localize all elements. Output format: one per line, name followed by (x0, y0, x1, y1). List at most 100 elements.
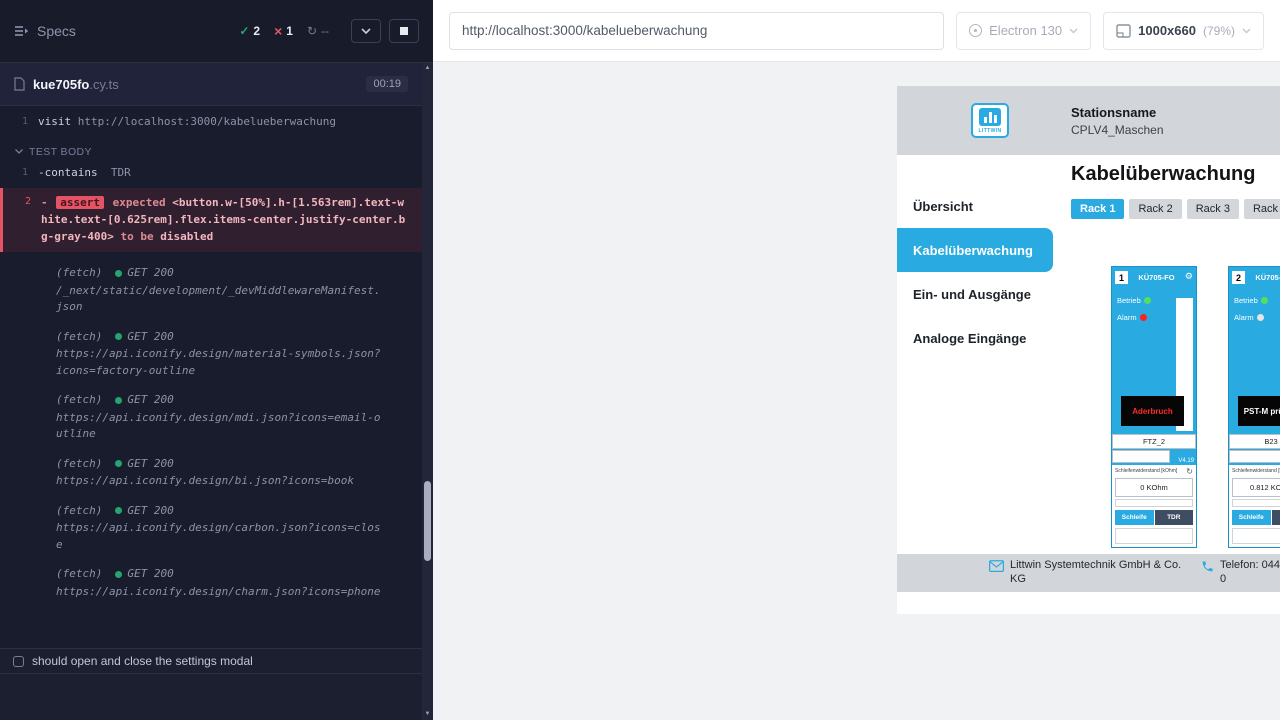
stat-pending: ↻-- (307, 24, 329, 38)
betrieb-label: Betrieb (1117, 296, 1141, 305)
tab-rack-3[interactable]: Rack 3 (1187, 199, 1239, 219)
sidebar-item-ein-und-ausgaenge[interactable]: Ein- und Ausgänge (897, 272, 1053, 316)
tab-rack-1[interactable]: Rack 1 (1071, 199, 1124, 219)
status-ok-dot (115, 571, 122, 578)
station-label: Stationsname (1071, 105, 1164, 120)
specs-menu[interactable]: Specs (14, 23, 76, 39)
spare-field (1232, 528, 1280, 544)
fetch-log-entry: (fetch)GET 200 https://api.iconify.desig… (56, 566, 384, 600)
command-arg: TDR (111, 166, 131, 179)
spec-file-icon (14, 77, 25, 91)
spare-field (1232, 499, 1280, 507)
specs-list-icon (14, 25, 29, 37)
line-number: 1 (0, 165, 38, 182)
collapse-runs-button[interactable] (351, 19, 381, 43)
command-assert-failed[interactable]: 2 - assert expected <button.w-[50%].h-[1… (0, 188, 422, 252)
scrollbar-thumb[interactable] (424, 481, 431, 561)
chevron-down-icon (361, 28, 371, 34)
alarm-row: Alarm (1229, 313, 1280, 322)
version-row: V4.19 (1229, 449, 1280, 465)
tab-rack-2[interactable]: Rack 2 (1129, 199, 1181, 219)
tdr-button[interactable]: TDR (1272, 510, 1280, 525)
specs-label: Specs (37, 23, 76, 39)
command-name: -contains (38, 166, 98, 179)
fetch-url: https://api.iconify.design/material-symb… (56, 346, 384, 379)
reporter-scrollbar[interactable]: ▲ ▼ (422, 63, 433, 720)
refresh-icon[interactable]: ↻ (1186, 468, 1193, 476)
screen: Specs ✓2 ×1 ↻-- kue705fo.cy.ts 00:19 1 v… (0, 0, 1280, 720)
scroll-down-icon[interactable]: ▼ (422, 710, 433, 719)
littwin-logo: LITTWIN (971, 103, 1009, 138)
command-contains[interactable]: 1 -contains TDR (0, 163, 422, 184)
viewport-select[interactable]: 1000x660 (79%) (1103, 12, 1264, 50)
status-display: PST-M prüfen (1238, 396, 1280, 426)
stat-passed: ✓2 (239, 24, 260, 38)
betrieb-led (1144, 297, 1151, 304)
footer-phone-text: Telefon: 04402 972577-0 (1220, 559, 1280, 587)
viewport-size: 1000x660 (1138, 23, 1196, 38)
card-gear-icon[interactable]: ⚙ (1185, 273, 1193, 282)
schleife-button[interactable]: Schleife (1232, 510, 1271, 525)
schleife-button[interactable]: Schleife (1115, 510, 1154, 525)
sidebar-item-uebersicht[interactable]: Übersicht (897, 184, 1053, 228)
next-test-label: should open and close the settings modal (32, 654, 253, 668)
firmware-version: V4.19 (1178, 458, 1194, 464)
fetch-tag: (fetch) (56, 566, 102, 583)
fetch-log-entry: (fetch)GET 200 https://api.iconify.desig… (56, 456, 384, 490)
viewport-icon (1116, 24, 1131, 38)
alarm-row: Alarm (1112, 313, 1170, 322)
resistance-label: Schleifenwiderstand [kOhm] (1232, 468, 1280, 474)
sidebar-item-analoge-eingaenge[interactable]: Analoge Eingänge (897, 316, 1053, 360)
url-input[interactable] (449, 12, 944, 50)
page-title: Kabelüberwachung (1071, 163, 1280, 186)
browser-toolbar: Electron 130 1000x660 (79%) (433, 0, 1280, 62)
fetch-status: GET 200 (127, 392, 173, 409)
spec-filename[interactable]: kue705fo.cy.ts (33, 77, 119, 92)
tab-rack-4[interactable]: Rack 4 (1244, 199, 1280, 219)
card-header: 1 KÜ705-FO ⚙ (1112, 267, 1196, 288)
test-body-section-toggle[interactable]: TEST BODY (0, 133, 422, 163)
fetch-status: GET 200 (127, 265, 173, 282)
command-visit[interactable]: 1 visit http://localhost:3000/kabelueber… (0, 112, 422, 133)
fetch-tag: (fetch) (56, 456, 102, 473)
app-footer: Littwin Systemtechnik GmbH & Co. KG Tele… (897, 554, 1280, 592)
test-icon (13, 656, 24, 667)
stop-button[interactable] (389, 19, 419, 43)
status-text: Aderbruch (1132, 407, 1172, 416)
app-body: Übersicht Kabelüberwachung Ein- und Ausg… (897, 155, 1280, 554)
next-test-title[interactable]: should open and close the settings modal (0, 648, 422, 674)
fetch-log-entry: (fetch) GET 200 https://api.iconify.desig… (56, 503, 384, 554)
pending-refresh-icon: ↻ (307, 24, 317, 38)
fetch-url: https://api.iconify.design/charm.json?ic… (56, 584, 384, 601)
card-body: Betrieb Alarm Aderbruch (1112, 296, 1196, 434)
fetch-log-list: (fetch)GET 200 /_next/static/development… (0, 265, 422, 600)
sidebar-item-kabelueberwachung[interactable]: Kabelüberwachung (897, 228, 1053, 272)
assert-badge: assert (56, 196, 104, 209)
fetch-url: https://api.iconify.design/mdi.json?icon… (56, 410, 384, 443)
status-ok-dot (115, 397, 122, 404)
app-main: Kabelüberwachung Rack 1 Rack 2 Rack 3 Ra… (1053, 155, 1280, 554)
station-name: CPLV4_Maschen (1071, 123, 1164, 137)
spec-extension: .cy.ts (89, 77, 118, 92)
fetch-url: https://api.iconify.design/carbon.json?i… (56, 520, 384, 553)
assert-state: disabled (160, 230, 213, 243)
fetch-log-entry: (fetch)GET 200 https://api.iconify.desig… (56, 392, 384, 443)
scroll-up-icon[interactable]: ▲ (422, 64, 433, 73)
spare-field (1115, 499, 1193, 507)
tdr-button[interactable]: TDR (1155, 510, 1194, 525)
cable-name: FTZ_2 (1112, 434, 1196, 449)
card-header: 2 KÜ705-FO ⚙ (1229, 267, 1280, 288)
stop-icon (400, 27, 408, 35)
resistance-section: Schleifenwiderstand [kOhm] ↻ 0.812 KOhm … (1229, 465, 1280, 547)
section-label: TEST BODY (29, 146, 92, 158)
browser-select[interactable]: Electron 130 (956, 12, 1091, 50)
fetch-status: GET 200 (127, 503, 173, 520)
cable-name: B23 (1229, 434, 1280, 449)
fetch-tag: (fetch) (56, 503, 102, 520)
chevron-down-icon (1242, 28, 1251, 34)
device-card: 2 KÜ705-FO ⚙ Betrieb Alarm PST-M prüfen (1228, 266, 1280, 548)
browser-name: Electron 130 (989, 23, 1062, 38)
status-ok-dot (115, 507, 122, 514)
command-arg: http://localhost:3000/kabelueberwachung (78, 115, 336, 128)
resistance-value: 0.812 KOhm (1232, 478, 1280, 497)
